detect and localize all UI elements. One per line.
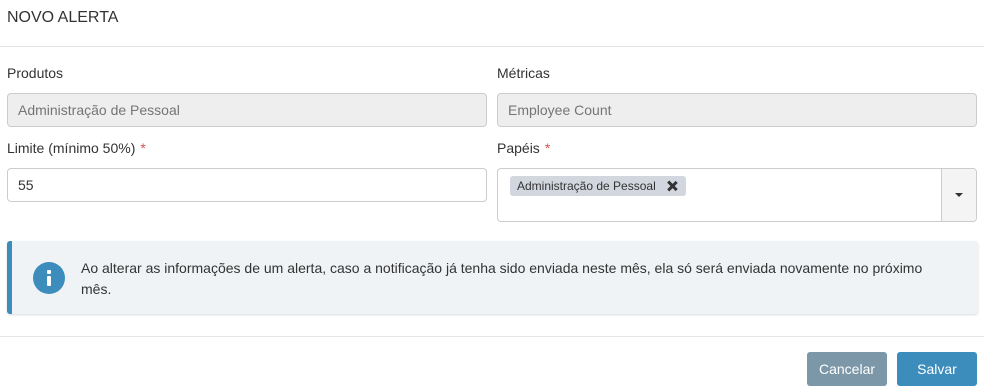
produtos-label: Produtos: [7, 65, 64, 81]
limite-label: Limite (mínimo 50%) *: [7, 140, 146, 156]
papel-chip-label: Administração de Pessoal: [517, 179, 656, 193]
modal-title: NOVO ALERTA: [7, 9, 119, 26]
papel-chip: Administração de Pessoal: [510, 176, 686, 196]
papeis-select[interactable]: Administração de Pessoal: [497, 168, 977, 222]
required-mark: *: [544, 140, 551, 156]
save-button[interactable]: Salvar: [897, 352, 977, 386]
limite-input[interactable]: [7, 168, 487, 202]
cancel-button[interactable]: Cancelar: [807, 352, 887, 386]
info-callout: Ao alterar as informações de um alerta, …: [7, 241, 978, 314]
required-mark: *: [140, 140, 146, 156]
caret-down-icon: [955, 193, 963, 197]
papeis-label: Papéis *: [497, 140, 550, 156]
remove-chip-icon[interactable]: [666, 180, 678, 192]
dropdown-toggle[interactable]: [941, 169, 976, 221]
footer-divider: [0, 336, 984, 337]
info-icon: [33, 262, 65, 294]
papeis-label-text: Papéis: [497, 140, 540, 156]
callout-text: Ao alterar as informações de um alerta, …: [81, 260, 923, 297]
limite-label-text: Limite (mínimo 50%): [7, 140, 136, 156]
modal-header: NOVO ALERTA: [0, 0, 984, 47]
metricas-label: Métricas: [497, 65, 550, 81]
metricas-input: [497, 93, 977, 127]
produtos-input: [7, 93, 487, 127]
